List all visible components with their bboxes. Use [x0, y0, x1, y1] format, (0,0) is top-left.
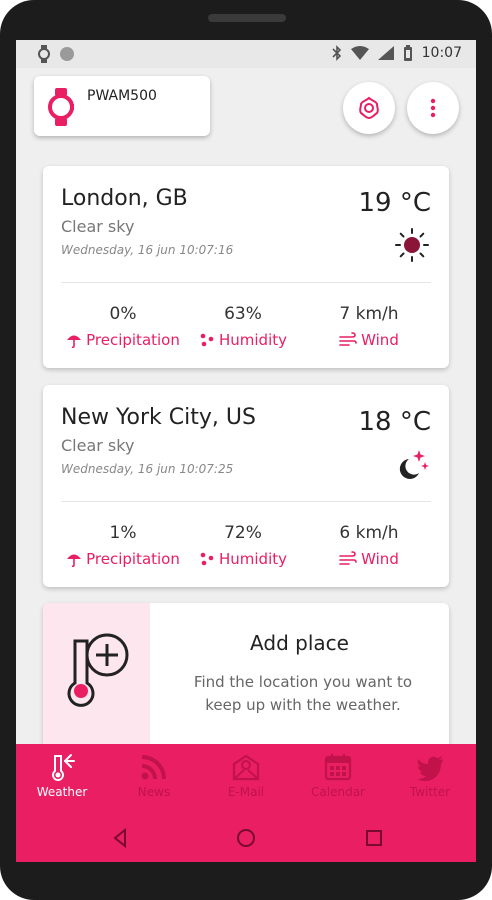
- thermometer-add-icon: [67, 633, 129, 707]
- weather-datetime: Wednesday, 16 jun 10:07:25: [61, 462, 234, 476]
- umbrella-icon: [67, 554, 82, 567]
- wind-icon: [339, 551, 357, 565]
- droplets-icon: [200, 333, 214, 347]
- humidity-value: 72%: [224, 523, 262, 543]
- nav-label: News: [137, 785, 171, 799]
- precipitation-value: 0%: [109, 304, 137, 324]
- nav-tab-calendar[interactable]: Calendar: [292, 752, 384, 799]
- wind-value: 7 km/h: [339, 304, 399, 324]
- status-bar: 10:07: [16, 40, 476, 68]
- wind-label: Wind: [361, 331, 399, 349]
- droplets-icon: [200, 552, 214, 566]
- weather-description: Clear sky: [61, 436, 135, 455]
- nav-tab-weather[interactable]: Weather: [16, 752, 108, 799]
- card-divider: [61, 282, 431, 283]
- temperature: 18 °C: [358, 407, 431, 437]
- recents-icon[interactable]: [362, 826, 386, 850]
- precipitation-stat: 1% Precipitation: [63, 523, 183, 568]
- circle-icon: [60, 47, 74, 61]
- nav-label: Weather: [36, 785, 88, 799]
- humidity-label: Humidity: [218, 550, 287, 568]
- precipitation-label: Precipitation: [86, 550, 180, 568]
- flower-gear-icon: [359, 96, 379, 120]
- phone-frame: 10:07 PWAM500 London, GB Clear sky Wedne…: [0, 0, 492, 900]
- add-place-card[interactable]: Add place Find the location you want to …: [43, 603, 449, 753]
- wind-label: Wind: [361, 550, 399, 568]
- add-place-icon-panel: [43, 603, 150, 753]
- nav-label: Calendar: [311, 785, 365, 799]
- wind-value: 6 km/h: [339, 523, 399, 543]
- watch-icon: [48, 88, 74, 126]
- card-divider: [61, 501, 431, 502]
- status-time: 10:07: [421, 45, 462, 61]
- nav-tab-news[interactable]: News: [108, 752, 200, 799]
- more-menu-button[interactable]: [407, 82, 459, 134]
- sun-icon: [395, 228, 429, 262]
- wind-icon: [339, 332, 357, 346]
- thermometer-icon: [52, 754, 75, 781]
- humidity-value: 63%: [224, 304, 262, 324]
- nav-tab-email[interactable]: E-Mail: [200, 752, 292, 799]
- battery-icon: [403, 45, 412, 61]
- wind-stat: 7 km/h Wind: [309, 304, 429, 349]
- weather-card-london[interactable]: London, GB Clear sky Wednesday, 16 jun 1…: [43, 166, 449, 368]
- moon-stars-icon: [399, 450, 429, 479]
- twitter-icon: [417, 756, 443, 782]
- system-navigation-bar: [16, 822, 476, 856]
- city-name: New York City, US: [61, 405, 256, 430]
- precipitation-label: Precipitation: [86, 331, 180, 349]
- signal-icon: [377, 46, 394, 60]
- app-screen: 10:07 PWAM500 London, GB Clear sky Wedne…: [16, 40, 476, 862]
- weather-card-new-york[interactable]: New York City, US Clear sky Wednesday, 1…: [43, 385, 449, 587]
- more-vert-icon: [430, 98, 436, 118]
- nav-tab-twitter[interactable]: Twitter: [384, 752, 476, 799]
- device-name: PWAM500: [87, 88, 157, 104]
- city-name: London, GB: [61, 186, 188, 211]
- humidity-stat: 63% Humidity: [183, 304, 303, 349]
- wifi-icon: [350, 46, 369, 60]
- precipitation-stat: 0% Precipitation: [63, 304, 183, 349]
- email-icon: [232, 754, 260, 781]
- home-icon[interactable]: [234, 826, 258, 850]
- phone-speaker: [208, 14, 286, 22]
- humidity-label: Humidity: [218, 331, 287, 349]
- precipitation-value: 1%: [109, 523, 137, 543]
- nav-label: E-Mail: [227, 785, 265, 799]
- calendar-icon: [324, 754, 352, 781]
- temperature: 19 °C: [358, 188, 431, 218]
- wind-stat: 6 km/h Wind: [309, 523, 429, 568]
- weather-description: Clear sky: [61, 217, 135, 236]
- settings-button[interactable]: [343, 82, 395, 134]
- add-place-description: Find the location you want to keep up wi…: [193, 673, 413, 714]
- device-card[interactable]: PWAM500: [34, 76, 210, 136]
- bottom-navigation: Weather News E-Mail Calendar Twitter: [16, 744, 476, 862]
- weather-datetime: Wednesday, 16 jun 10:07:16: [61, 243, 234, 257]
- add-place-title: Add place: [250, 631, 349, 655]
- bluetooth-icon: [332, 45, 341, 61]
- watch-icon: [38, 45, 50, 63]
- nav-label: Twitter: [409, 785, 451, 799]
- rss-icon: [141, 755, 166, 780]
- umbrella-icon: [67, 335, 82, 348]
- back-icon[interactable]: [108, 826, 132, 850]
- humidity-stat: 72% Humidity: [183, 523, 303, 568]
